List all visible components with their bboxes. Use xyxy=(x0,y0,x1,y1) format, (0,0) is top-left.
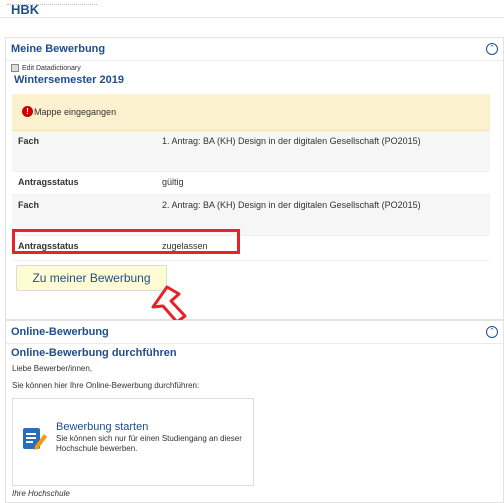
edit-form-icon xyxy=(23,428,47,450)
status-alert: ! Mappe eingegangen xyxy=(12,94,490,131)
highlight-annotation-box xyxy=(12,229,240,254)
row-key: Antragsstatus xyxy=(12,171,156,195)
red-arrow-icon xyxy=(151,285,187,324)
intro-text: Sie können hier Ihre Online-Bewerbung du… xyxy=(12,381,200,390)
greeting-text: Liebe Bewerber/innen, xyxy=(12,364,93,373)
row-value: 1. Antrag: BA (KH) Design in der digital… xyxy=(156,131,490,172)
table-row: Fach 1. Antrag: BA (KH) Design in der di… xyxy=(12,131,490,172)
online-application-subtitle: Online-Bewerbung durchführen xyxy=(11,347,177,359)
edit-datadictionary-label: Edit Datadictionary xyxy=(22,64,81,72)
alert-text: Mappe eingegangen xyxy=(34,107,117,117)
edit-datadictionary[interactable]: Edit Datadictionary xyxy=(11,64,81,72)
row-key: Fach xyxy=(12,131,156,172)
my-application-button[interactable]: Zu meiner Bewerbung xyxy=(16,265,167,291)
page-title: HBK xyxy=(11,2,40,17)
header-divider xyxy=(0,17,504,18)
online-panel-header: Online-Bewerbung ⌃ xyxy=(6,321,503,344)
application-panel-header: Meine Bewerbung ⌃ xyxy=(6,38,503,61)
start-application-card[interactable]: Bewerbung starten Sie können sich nur fü… xyxy=(12,398,254,486)
row-value: gültig xyxy=(156,171,490,195)
collapse-chevron-up-icon[interactable]: ⌃ xyxy=(486,43,498,55)
semester-heading: Wintersemester 2019 xyxy=(14,74,124,86)
start-application-title: Bewerbung starten xyxy=(56,421,149,433)
university-label: Ihre Hochschule xyxy=(12,489,70,498)
collapse-chevron-up-icon[interactable]: ⌃ xyxy=(486,326,498,338)
exclamation-icon: ! xyxy=(22,106,33,117)
checkbox-icon[interactable] xyxy=(11,64,19,72)
start-application-description: Sie können sich nur für einen Studiengan… xyxy=(56,434,242,453)
application-panel-title: Meine Bewerbung xyxy=(11,43,106,55)
table-row: Antragsstatus gültig xyxy=(12,171,490,195)
online-panel-title: Online-Bewerbung xyxy=(11,326,109,338)
